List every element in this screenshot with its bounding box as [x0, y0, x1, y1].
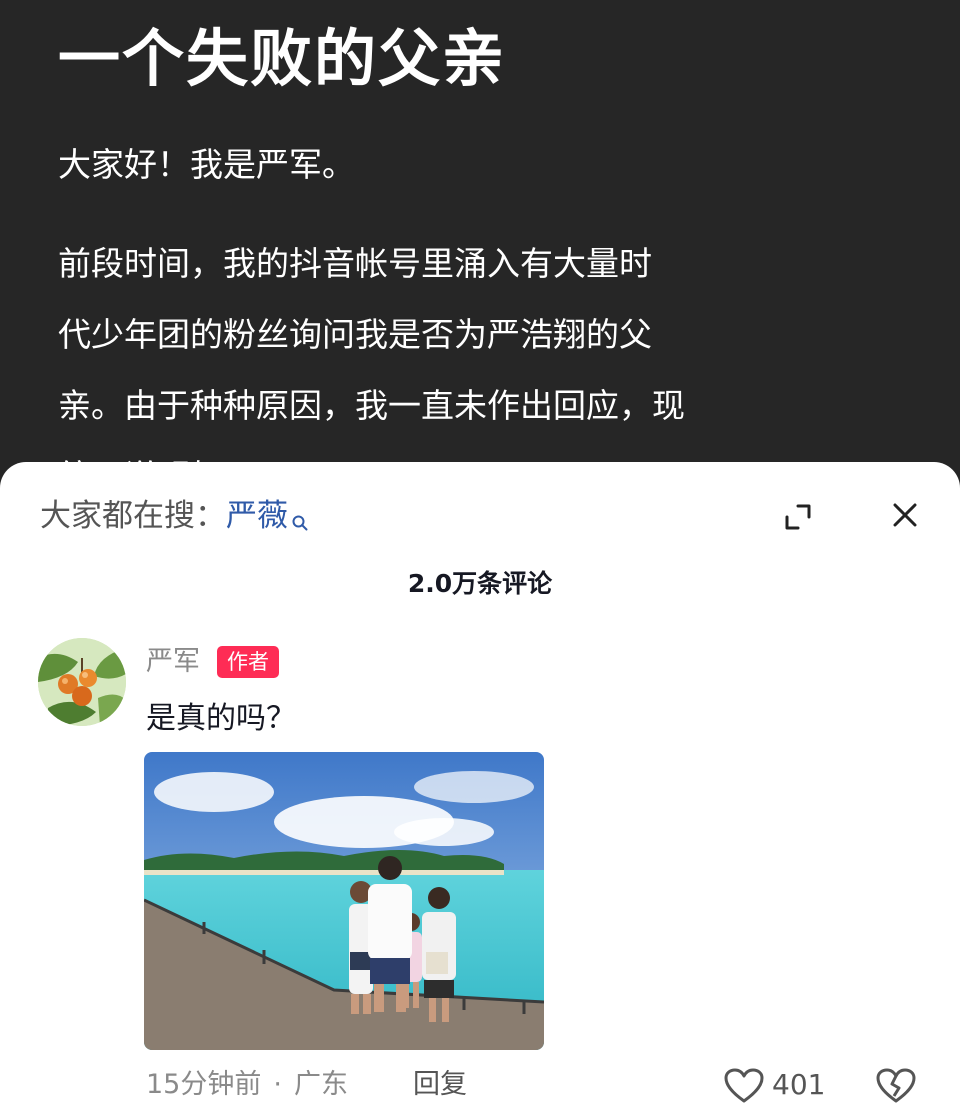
broken-heart-icon[interactable]: [876, 1068, 916, 1104]
comment-time: 15分钟前: [146, 1069, 262, 1100]
comment-text: 是真的吗？: [146, 701, 296, 736]
search-suggestion-term[interactable]: 严薇: [226, 498, 288, 534]
comment-author-name[interactable]: 严军: [146, 642, 200, 682]
comment-meta: 15分钟前 · 广东: [146, 1062, 348, 1108]
comment-count: 2.0万条评论: [407, 569, 553, 598]
search-icon[interactable]: [291, 498, 309, 546]
heart-icon[interactable]: [724, 1068, 764, 1104]
meta-separator: ·: [273, 1069, 282, 1100]
comment-photo[interactable]: [144, 752, 544, 1050]
expand-icon[interactable]: [781, 500, 815, 534]
search-suggestion: 大家都在搜：严薇: [40, 492, 309, 546]
article-title: 一个失败的父亲: [58, 22, 507, 95]
article-paragraph-line: 代少年团的粉丝询问我是否为严浩翔的父: [58, 315, 652, 354]
article-paragraph-line: 亲。由于种种原因，我一直未作出回应，现: [58, 386, 685, 425]
comment-location: 广东: [293, 1069, 348, 1100]
reply-button[interactable]: 回复: [413, 1062, 467, 1108]
author-badge: 作者: [217, 646, 279, 678]
close-icon[interactable]: [888, 498, 922, 532]
article-background: 一个失败的父亲 大家好！我是严军。 前段时间，我的抖音帐号里涌入有大量时 代少年…: [0, 0, 960, 520]
article-paragraph-line: 前段时间，我的抖音帐号里涌入有大量时: [58, 244, 652, 283]
avatar[interactable]: [38, 638, 126, 726]
like-count: 401: [772, 1068, 826, 1101]
comment-sheet: 大家都在搜：严薇 2.0万条评论 严军 作者 是真的吗？ 15分钟前 · 广东 …: [0, 462, 960, 1118]
search-suggestion-prefix: 大家都在搜：: [40, 498, 226, 534]
article-greeting: 大家好！我是严军。: [58, 145, 355, 184]
